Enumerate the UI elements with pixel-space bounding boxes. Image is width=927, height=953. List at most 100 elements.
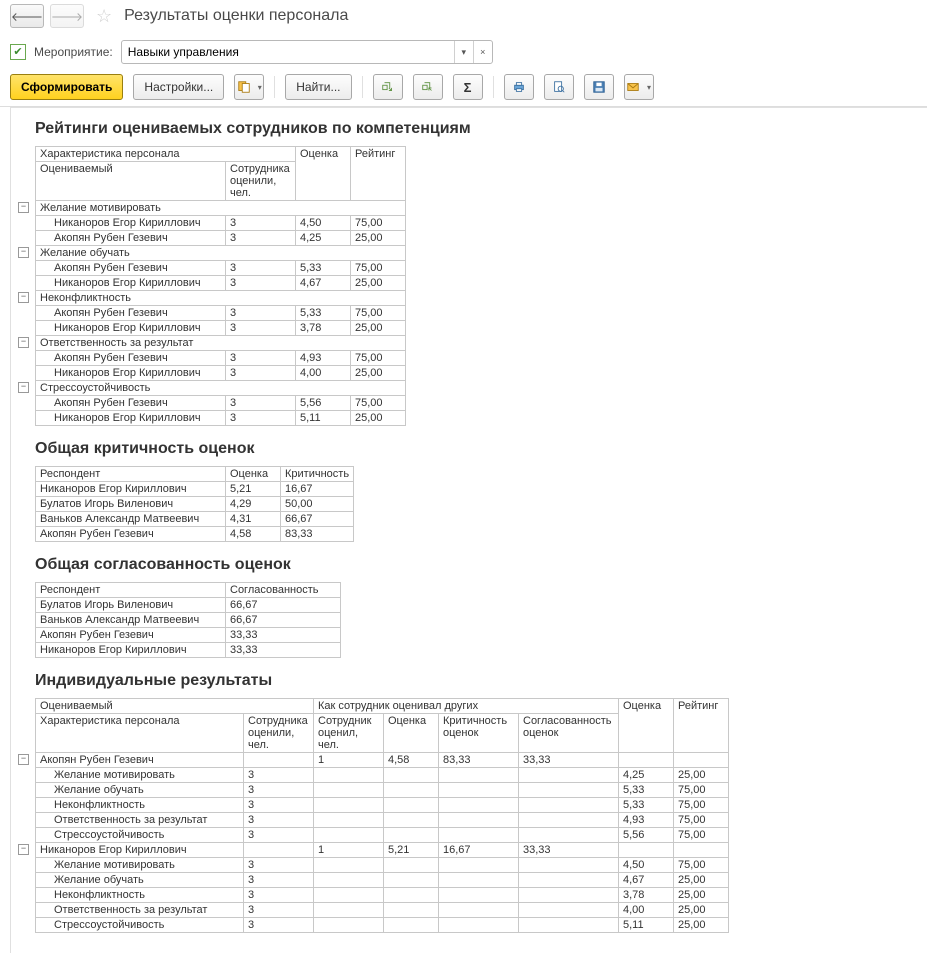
score-cell: 4,00 xyxy=(619,903,674,918)
respondent-cell: Булатов Игорь Виленович xyxy=(36,598,226,613)
select-dropdown-button[interactable]: ▾ xyxy=(454,41,473,63)
score-cell: 4,67 xyxy=(619,873,674,888)
count-cell: 3 xyxy=(226,306,296,321)
characteristic-cell: Желание обучать xyxy=(36,873,244,888)
group-row[interactable]: −Желание обучать xyxy=(36,246,406,261)
score-cell: 4,58 xyxy=(226,527,281,542)
score-cell: 4,67 xyxy=(296,276,351,291)
collapse-all-button[interactable] xyxy=(413,74,443,100)
rating-cell: 75,00 xyxy=(674,828,729,843)
count-cell: 3 xyxy=(244,858,314,873)
rating-cell: 25,00 xyxy=(674,873,729,888)
score-cell: 4,29 xyxy=(226,497,281,512)
col-score: Оценка xyxy=(296,147,351,201)
score-cell: 5,33 xyxy=(619,798,674,813)
characteristic-cell: Неконфликтность xyxy=(36,798,244,813)
count-cell: 3 xyxy=(226,231,296,246)
toolbar-divider xyxy=(274,76,275,98)
print-button[interactable] xyxy=(504,74,534,100)
col-respondent: Респондент xyxy=(36,467,226,482)
score-cell: 5,56 xyxy=(296,396,351,411)
col-score-others: Оценка xyxy=(384,714,439,753)
chevron-down-icon: ▾ xyxy=(461,47,466,58)
respondent-cell: Акопян Рубен Гезевич xyxy=(36,527,226,542)
rated-people-cell: 1 xyxy=(314,843,384,858)
rating-cell: 75,00 xyxy=(351,261,406,276)
employee-cell: Акопян Рубен Гезевич xyxy=(36,261,226,276)
section2-title: Общая критичность оценок xyxy=(35,440,927,458)
criticality-cell: 83,33 xyxy=(439,753,519,768)
rating-cell: 25,00 xyxy=(674,888,729,903)
preview-button[interactable] xyxy=(544,74,574,100)
consistency-cell: 66,67 xyxy=(226,598,341,613)
rating-cell: 75,00 xyxy=(351,306,406,321)
employee-cell: Никаноров Егор Кириллович xyxy=(36,366,226,381)
tree-toggle[interactable]: − xyxy=(18,382,29,393)
col-rating: Рейтинг xyxy=(674,699,729,753)
tree-toggle[interactable]: − xyxy=(18,844,29,855)
col-score: Оценка xyxy=(226,467,281,482)
rating-cell: 75,00 xyxy=(351,351,406,366)
group-row[interactable]: −Желание мотивировать xyxy=(36,201,406,216)
event-select-input[interactable] xyxy=(122,45,454,59)
score-cell: 5,56 xyxy=(619,828,674,843)
respondent-cell: Никаноров Егор Кириллович xyxy=(36,482,226,497)
consistency-cell: 33,33 xyxy=(519,843,619,858)
tree-toggle[interactable]: − xyxy=(18,202,29,213)
consistency-cell: 66,67 xyxy=(226,613,341,628)
expand-all-button[interactable] xyxy=(373,74,403,100)
group-row[interactable]: −Никаноров Егор Кириллович xyxy=(36,843,244,858)
ratings-table: Характеристика персонала Оценка Рейтинг … xyxy=(35,146,406,426)
event-select[interactable]: ▾ × xyxy=(121,40,493,64)
filter-label: Мероприятие: xyxy=(34,45,113,59)
toolbar-divider xyxy=(493,76,494,98)
count-cell: 3 xyxy=(244,918,314,933)
sum-button[interactable]: Σ xyxy=(453,74,483,100)
score-cell: 5,21 xyxy=(226,482,281,497)
tree-toggle[interactable]: − xyxy=(18,247,29,258)
group-row[interactable]: −Акопян Рубен Гезевич xyxy=(36,753,244,768)
find-button[interactable]: Найти... xyxy=(285,74,351,100)
group-row[interactable]: −Ответственность за результат xyxy=(36,336,406,351)
variants-button[interactable]: ▾ xyxy=(234,74,264,100)
tree-toggle[interactable]: − xyxy=(18,292,29,303)
save-button[interactable] xyxy=(584,74,614,100)
nav-forward-button[interactable]: 🡒 xyxy=(50,4,84,28)
tree-toggle[interactable]: − xyxy=(18,754,29,765)
filter-checkbox[interactable]: ✔ xyxy=(10,44,26,60)
preview-icon xyxy=(552,80,566,94)
group-row[interactable]: −Неконфликтность xyxy=(36,291,406,306)
rating-cell: 25,00 xyxy=(351,231,406,246)
count-cell: 3 xyxy=(244,813,314,828)
score-cell: 4,25 xyxy=(619,768,674,783)
tree-toggle[interactable]: − xyxy=(18,337,29,348)
chevron-down-icon: ▾ xyxy=(647,83,651,92)
characteristic-cell: Желание мотивировать xyxy=(36,858,244,873)
nav-back-button[interactable]: 🡐 xyxy=(10,4,44,28)
select-clear-button[interactable]: × xyxy=(473,41,492,63)
criticality-cell: 16,67 xyxy=(439,843,519,858)
rating-cell: 25,00 xyxy=(351,366,406,381)
score-cell: 4,00 xyxy=(296,366,351,381)
count-cell: 3 xyxy=(226,321,296,336)
consistency-cell: 33,33 xyxy=(226,628,341,643)
favorite-star-icon[interactable]: ☆ xyxy=(90,6,118,27)
criticality-cell: 83,33 xyxy=(281,527,354,542)
email-button[interactable]: ▾ xyxy=(624,74,654,100)
rating-cell: 25,00 xyxy=(351,276,406,291)
form-report-button[interactable]: Сформировать xyxy=(10,74,123,100)
count-cell: 3 xyxy=(226,366,296,381)
characteristic-cell: Стрессоустойчивость xyxy=(36,918,244,933)
score-cell: 4,25 xyxy=(296,231,351,246)
section3-title: Общая согласованность оценок xyxy=(35,556,927,574)
employee-cell: Никаноров Егор Кириллович xyxy=(36,321,226,336)
respondent-cell: Ваньков Александр Матвеевич xyxy=(36,613,226,628)
group-row[interactable]: −Стрессоустойчивость xyxy=(36,381,406,396)
col-rated-people: Сотрудник оценил, чел. xyxy=(314,714,384,753)
settings-button[interactable]: Настройки... xyxy=(133,74,224,100)
count-cell: 3 xyxy=(226,411,296,426)
section1-title: Рейтинги оцениваемых сотрудников по комп… xyxy=(35,120,927,138)
rating-cell: 75,00 xyxy=(351,396,406,411)
score-cell: 3,78 xyxy=(619,888,674,903)
close-x-icon: × xyxy=(480,47,485,57)
